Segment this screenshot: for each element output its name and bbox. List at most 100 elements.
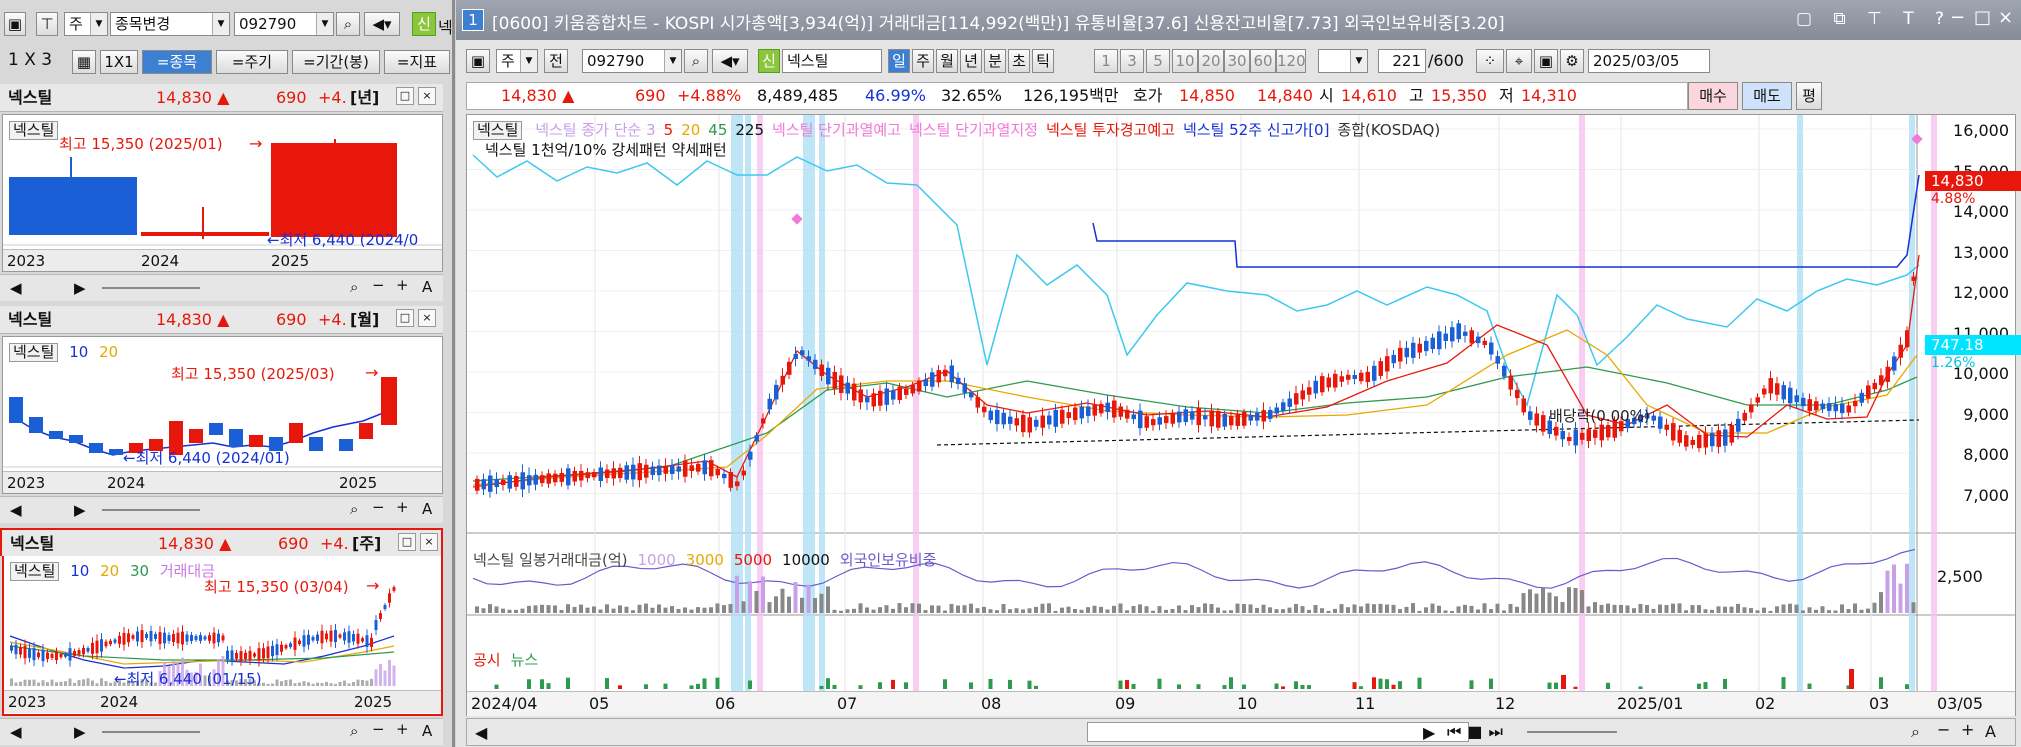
y-tick-label: 9,000	[1963, 404, 2009, 424]
search-icon[interactable]: ⌕	[336, 12, 360, 36]
interval-tab-30[interactable]: 30	[1224, 49, 1250, 73]
by-stock-button[interactable]: =종목	[142, 50, 212, 74]
chevron-down-icon: ▼	[90, 13, 107, 35]
text-tool-icon: A	[422, 278, 433, 296]
period-tab-1[interactable]: 주	[912, 49, 934, 73]
x-tick-label: 03	[1869, 694, 1890, 713]
panel-price: 14,830 ▲	[156, 88, 230, 107]
by-range-button[interactable]: =기간(봉)	[292, 50, 380, 74]
zoom-in-icon: +	[396, 498, 409, 516]
interval-tab-3[interactable]: 3	[1120, 49, 1144, 73]
interval-tab-1[interactable]: 1	[1094, 49, 1118, 73]
period-tab-4[interactable]: 분	[984, 49, 1006, 73]
zoom-in-icon: +	[1961, 720, 1975, 739]
interval-tab-60[interactable]: 60	[1250, 49, 1276, 73]
count-input[interactable]: 221	[1378, 49, 1426, 73]
yearly-chart[interactable]: 넥스틸 최고 15,350 (2025/01) → ←최저 6,440 (202…	[2, 114, 443, 272]
by-indicator-button[interactable]: =지표	[384, 50, 450, 74]
x-tick-label: 07	[837, 694, 858, 713]
layout-icon-button[interactable]: ▣	[466, 49, 490, 73]
date-input[interactable]: 2025/03/05	[1588, 49, 1710, 73]
stock-code-input[interactable]: 092790 ▼	[582, 49, 682, 73]
interval-tab-5[interactable]: 5	[1146, 49, 1170, 73]
quote-volume: 8,489,485	[757, 86, 839, 105]
period-tab-2[interactable]: 월	[936, 49, 958, 73]
market-type-select[interactable]: 주 ▼	[496, 49, 538, 73]
pattern-legend: 넥스틸 1천억/10% 강세패턴 약세패턴	[485, 141, 727, 159]
chevron-down-icon: ▼	[212, 13, 229, 35]
sell-button[interactable]: 매도	[1742, 82, 1792, 110]
zoom-out-icon: −	[372, 276, 385, 294]
legend-entry: 넥스틸 단기과열예고	[772, 121, 901, 139]
panel-scrollbar[interactable]: ◀ ▶ ⌕ − + A	[0, 496, 443, 523]
close-icon[interactable]: ×	[418, 309, 436, 327]
by-period-button[interactable]: =주기	[216, 50, 288, 74]
scroll-left-icon: ◀	[10, 279, 22, 297]
panel-change: 690	[276, 88, 307, 107]
maximize-icon[interactable]: □	[398, 533, 416, 551]
prev-button[interactable]: 전	[544, 49, 568, 73]
scroll-left-icon: ◀	[10, 723, 22, 741]
interval-select[interactable]: ▼	[1318, 49, 1368, 73]
x-tick-label: 03/05	[1937, 694, 1984, 713]
stock-name-field[interactable]: 넥스틸	[782, 49, 882, 73]
window-title: [0600] 키움종합차트 - KOSPI 시가총액[3,934(억)] 거래대…	[492, 14, 1505, 34]
grid-size-label: 1 X 3	[8, 50, 53, 70]
period-tab-0[interactable]: 일	[888, 49, 910, 73]
grid-icon-button[interactable]: ▦	[72, 50, 96, 74]
bottom-scrollbar[interactable]: ◀ ▶ ⏮■⏭ ⌕ − + A	[466, 718, 2016, 746]
open-label: 시	[1319, 86, 1334, 105]
weekly-chart[interactable]: 넥스틸 10 20 30 거래대금 최고 15,350 (03/04) → ←최…	[2, 556, 443, 716]
stock-change-select[interactable]: 종목변경 ▼	[110, 12, 230, 36]
chart-tool-icon[interactable]: ⁘	[1476, 49, 1504, 73]
period-tab-6[interactable]: 틱	[1032, 49, 1054, 73]
eval-button[interactable]: 평	[1796, 82, 1822, 110]
chevron-down-icon: ▼	[1350, 50, 1367, 72]
interval-tab-20[interactable]: 20	[1198, 49, 1224, 73]
stock-code-input[interactable]: 092790 ▼	[234, 12, 334, 36]
gear-icon[interactable]: ⚙	[1560, 49, 1584, 73]
bid-price: 14,840	[1257, 86, 1313, 105]
close-icon[interactable]: ×	[418, 87, 436, 105]
maximize-icon[interactable]: □	[396, 309, 414, 327]
legend-entry: 1000	[637, 551, 676, 569]
high-annotation: 최고 15,350 (2025/01)	[59, 135, 223, 153]
interval-tab-10[interactable]: 10	[1172, 49, 1198, 73]
search-icon[interactable]: ⌕	[684, 49, 708, 73]
y-tick-label: 7,000	[1963, 485, 2009, 505]
x-axis: 2023 2024 2025	[4, 690, 441, 713]
sound-icon[interactable]: ◀▾	[712, 49, 748, 73]
period-tab-5[interactable]: 초	[1008, 49, 1030, 73]
quote-price: 14,830 ▲	[501, 86, 575, 105]
buy-button[interactable]: 매수	[1688, 82, 1738, 110]
period-tab-3[interactable]: 년	[960, 49, 982, 73]
sound-icon[interactable]: ◀▾	[364, 12, 400, 36]
crosshair-icon[interactable]: ⌖	[1506, 49, 1532, 73]
price-legend: 넥스틸 넥스틸 종가 단순 3 5 20 45 225 넥스틸 단기과열예고 넥스틸 단기과…	[473, 121, 1440, 140]
panel-scrollbar[interactable]: ◀ ▶ ⌕ − + A	[0, 718, 443, 745]
market-type-select[interactable]: 주 ▼	[64, 12, 108, 36]
monthly-chart[interactable]: 넥스틸 10 20 최고 15,350 (2025/03) → ←최저 6,44…	[2, 336, 443, 494]
quote-change: 690	[635, 86, 666, 105]
minimize-icon[interactable]: −	[1950, 7, 1965, 28]
main-chart-area[interactable]: 넥스틸 넥스틸 종가 단순 3 5 20 45 225 넥스틸 단기과열예고 넥스틸 단기과…	[466, 114, 2021, 716]
x-tick-label: 02	[1755, 694, 1776, 713]
panel-scrollbar[interactable]: ◀ ▶ ⌕ − + A	[0, 274, 443, 301]
arrow-right-icon: →	[366, 576, 380, 595]
panel-monthly-header: 넥스틸 14,830 ▲ 690 +4. [월] □ ×	[0, 306, 443, 334]
layout-1x1-button[interactable]: 1X1	[100, 50, 138, 74]
x-tick-label: 09	[1115, 694, 1136, 713]
index-rate-tag: 1.26%	[1931, 355, 1976, 371]
layout-icon-button[interactable]: ▣	[4, 12, 26, 36]
interval-tab-120[interactable]: 120	[1276, 49, 1306, 73]
close-icon[interactable]: ×	[1998, 7, 2013, 28]
scroll-left-icon: ◀	[10, 501, 22, 519]
maximize-icon[interactable]: □	[1974, 7, 1991, 28]
pin-icon-button[interactable]: ⊤	[36, 12, 58, 36]
chevron-down-icon: ▼	[664, 50, 681, 72]
close-icon[interactable]: ×	[420, 533, 438, 551]
window-icons[interactable]: ▢ ⧉ ⊤ T ?	[1796, 9, 1952, 29]
panel-period: [년]	[350, 88, 380, 107]
save-icon[interactable]: ▣	[1534, 49, 1558, 73]
maximize-icon[interactable]: □	[396, 87, 414, 105]
